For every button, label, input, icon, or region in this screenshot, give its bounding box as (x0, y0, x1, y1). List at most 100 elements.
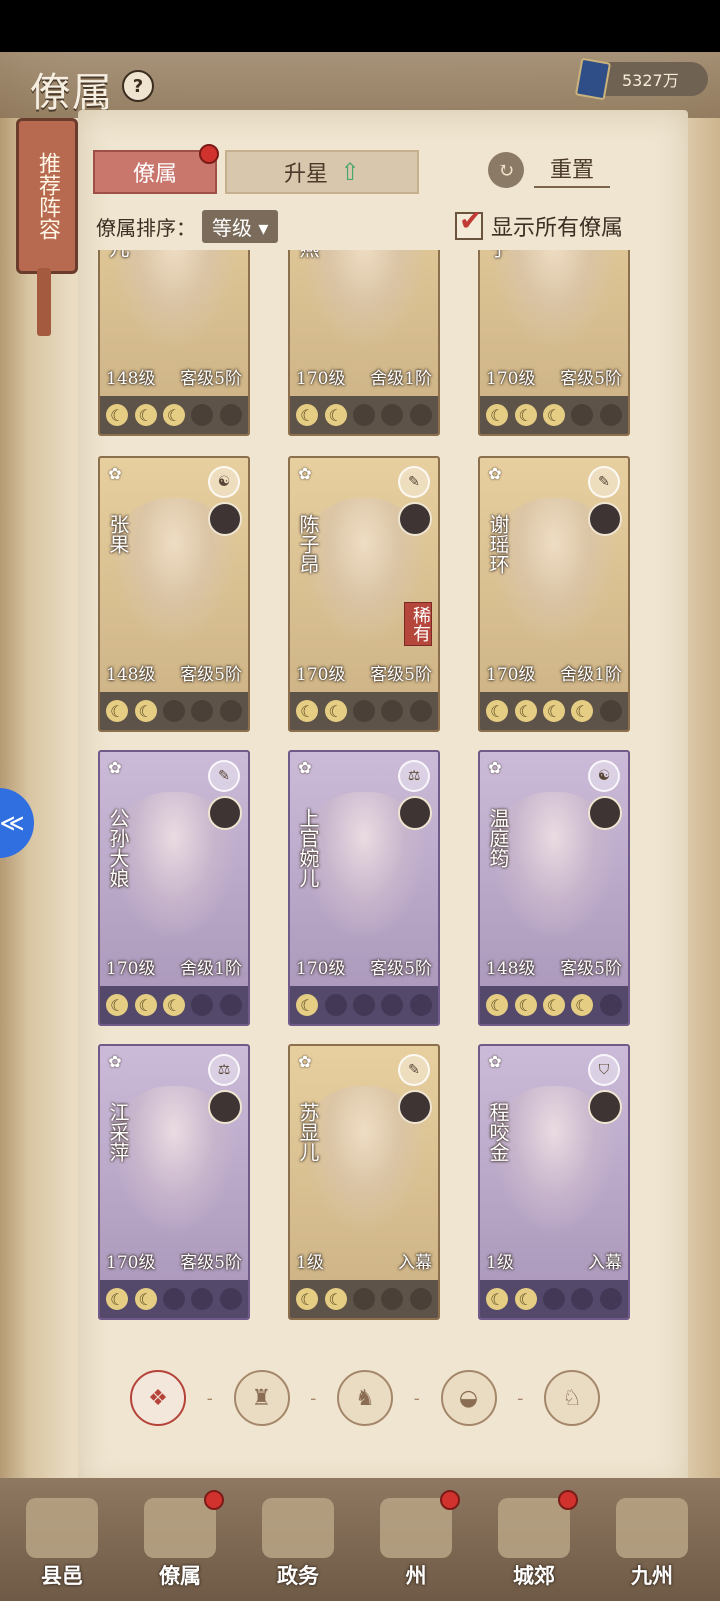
nav-label: 九州 (631, 1563, 673, 1588)
star-moons-row: ☾ ☾ (100, 1280, 248, 1318)
notification-badge (204, 1490, 224, 1510)
nav-item[interactable]: 九州 (602, 1490, 702, 1590)
moon-empty-icon (599, 404, 622, 426)
show-all-toggle[interactable]: ✔ 显示所有僚属 (455, 204, 623, 242)
moon-filled-icon: ☾ (162, 994, 185, 1016)
class-emblem-icon: ✿ (488, 757, 502, 777)
moon-filled-icon: ☾ (134, 404, 157, 426)
moon-filled-icon: ☾ (296, 994, 319, 1016)
scholar-icon[interactable]: ♞ (337, 1370, 393, 1426)
rank-label: 舍级1阶 (180, 959, 242, 979)
tab-bar: 僚属 升星 ⇧ ↻ 重置 (93, 144, 643, 194)
retainer-card[interactable]: ✿ 上官婉儿 ⚖ 170级 客级5阶 ☾ (288, 750, 440, 1026)
retainer-card[interactable]: ✿ 公孙大娘 ✎ 170级 舍级1阶 ☾ ☾ ☾ (98, 750, 250, 1026)
tab-retainers-label: 僚属 (132, 162, 177, 187)
moon-empty-icon (191, 994, 214, 1016)
moon-filled-icon: ☾ (134, 1288, 157, 1310)
all-icon[interactable]: ❖ (130, 1370, 186, 1426)
moon-filled-icon: ☾ (162, 404, 185, 426)
official-icon[interactable]: ♜ (233, 1370, 290, 1426)
moon-empty-icon (599, 994, 622, 1016)
rank-label: 客级5阶 (180, 665, 242, 685)
moon-empty-icon (409, 700, 432, 722)
level-label: 1级 (296, 1253, 324, 1273)
moon-empty-icon (219, 700, 242, 722)
brush-icon: ✎ (588, 466, 620, 498)
moon-empty-icon (219, 404, 242, 426)
level-label: 148级 (106, 665, 156, 685)
moon-filled-icon: ☾ (542, 700, 565, 722)
star-moons-row: ☾ ☾ (290, 1280, 438, 1318)
fan-icon[interactable]: ◒ (440, 1370, 497, 1426)
level-label: 1级 (486, 1253, 514, 1273)
retainer-card[interactable]: ✿ 温庭筠 ☯ 148级 客级5阶 ☾ ☾ ☾ ☾ (478, 750, 630, 1026)
bonded-avatar (208, 1090, 242, 1124)
sort-dropdown[interactable]: 等级 ▾ (202, 210, 279, 243)
nav-item[interactable]: 城郊 (484, 1490, 584, 1590)
retainer-card[interactable]: ✿芳宁170级客级5阶☾☾☾ (478, 250, 630, 436)
yin-yang-icon: ☯ (588, 760, 620, 792)
star-moons-row: ☾ ☾ ☾ (100, 396, 248, 434)
level-label: 148级 (106, 369, 156, 389)
tab-upgrade-star[interactable]: 升星 ⇧ (225, 150, 419, 194)
beast-icon[interactable]: ♘ (544, 1370, 600, 1426)
recommended-lineup-banner[interactable]: 推荐阵容 (16, 118, 78, 274)
retainer-name: 婉儿 (104, 250, 130, 258)
star-moons-row: ☾ (290, 986, 438, 1024)
currency-display[interactable]: 5327万 (574, 57, 708, 101)
bonded-avatar (398, 1090, 432, 1124)
rare-badge: 稀有 (404, 602, 432, 646)
moon-empty-icon (409, 994, 432, 1016)
star-moons-row: ☾ ☾ (100, 692, 248, 730)
moon-empty-icon (352, 700, 375, 722)
character-portrait (110, 250, 238, 352)
rank-label: 入幕 (588, 1253, 622, 1273)
retainer-card[interactable]: ✿ 苏显儿 ✎ 1级 入幕 ☾ ☾ (288, 1044, 440, 1320)
moon-empty-icon (162, 1288, 185, 1310)
level-label: 170级 (296, 369, 346, 389)
notification-badge (199, 144, 219, 164)
retainer-card[interactable]: ✿ 陈子昂 ✎ 稀有 170级 客级5阶 ☾ ☾ (288, 456, 440, 732)
help-icon[interactable]: ? (122, 70, 154, 102)
sort-value: 等级 (212, 216, 252, 240)
nav-item[interactable]: 僚属 (130, 1490, 230, 1590)
retainer-card[interactable]: ✿飞燕170级舍级1阶☾☾ (288, 250, 440, 436)
retainer-name: 程咬金 (486, 1102, 510, 1162)
level-label: 170级 (296, 665, 346, 685)
sort-row: 僚属排序： 等级 ▾ (96, 210, 279, 243)
retainer-card[interactable]: ✿ 张果 ☯ 148级 客级5阶 ☾ ☾ (98, 456, 250, 732)
show-all-checkbox[interactable]: ✔ (455, 204, 483, 240)
retainer-card[interactable]: ✿ 谢瑶环 ✎ 170级 舍级1阶 ☾ ☾ ☾ ☾ (478, 456, 630, 732)
moon-filled-icon: ☾ (542, 994, 565, 1016)
retainer-card[interactable]: ✿婉儿148级客级5阶☾☾☾ (98, 250, 250, 436)
nav-label: 城郊 (513, 1563, 555, 1588)
scale-icon: ⚖ (398, 760, 430, 792)
nav-item[interactable]: 政务 (248, 1490, 348, 1590)
level-rank-row: 170级 客级5阶 (290, 954, 438, 982)
retainer-card[interactable]: ✿ 程咬金 ⛉ 1级 入幕 ☾ ☾ (478, 1044, 630, 1320)
rank-label: 客级5阶 (370, 665, 432, 685)
moon-filled-icon: ☾ (514, 994, 537, 1016)
rank-label: 客级5阶 (560, 959, 622, 979)
rank-label: 客级5阶 (370, 959, 432, 979)
reset-button[interactable]: ↻ 重置 (488, 150, 643, 190)
retainer-card[interactable]: ✿ 江采萍 ⚖ 170级 客级5阶 ☾ ☾ (98, 1044, 250, 1320)
moon-filled-icon: ☾ (324, 1288, 347, 1310)
nav-building-icon (262, 1498, 334, 1558)
notification-badge (558, 1490, 578, 1510)
star-moons-row: ☾ ☾ ☾ ☾ (480, 986, 628, 1024)
retainer-grid: ✿婉儿148级客级5阶☾☾☾✿飞燕170级舍级1阶☾☾✿芳宁170级客级5阶☾☾… (98, 250, 638, 1340)
nav-building-icon (144, 1498, 216, 1558)
level-rank-row: 170级 客级5阶 (290, 660, 438, 688)
nav-item[interactable]: 县邑 (12, 1490, 112, 1590)
nav-label: 州 (405, 1563, 427, 1588)
moon-filled-icon: ☾ (106, 994, 129, 1016)
level-rank-row: 148级 客级5阶 (100, 660, 248, 688)
bonded-avatar (398, 502, 432, 536)
moon-empty-icon (381, 404, 404, 426)
moon-filled-icon: ☾ (486, 1288, 509, 1310)
nav-item[interactable]: 州 (366, 1490, 466, 1590)
moon-empty-icon (409, 404, 432, 426)
level-rank-row: 1级 入幕 (290, 1248, 438, 1276)
tassel-decoration (37, 268, 51, 336)
